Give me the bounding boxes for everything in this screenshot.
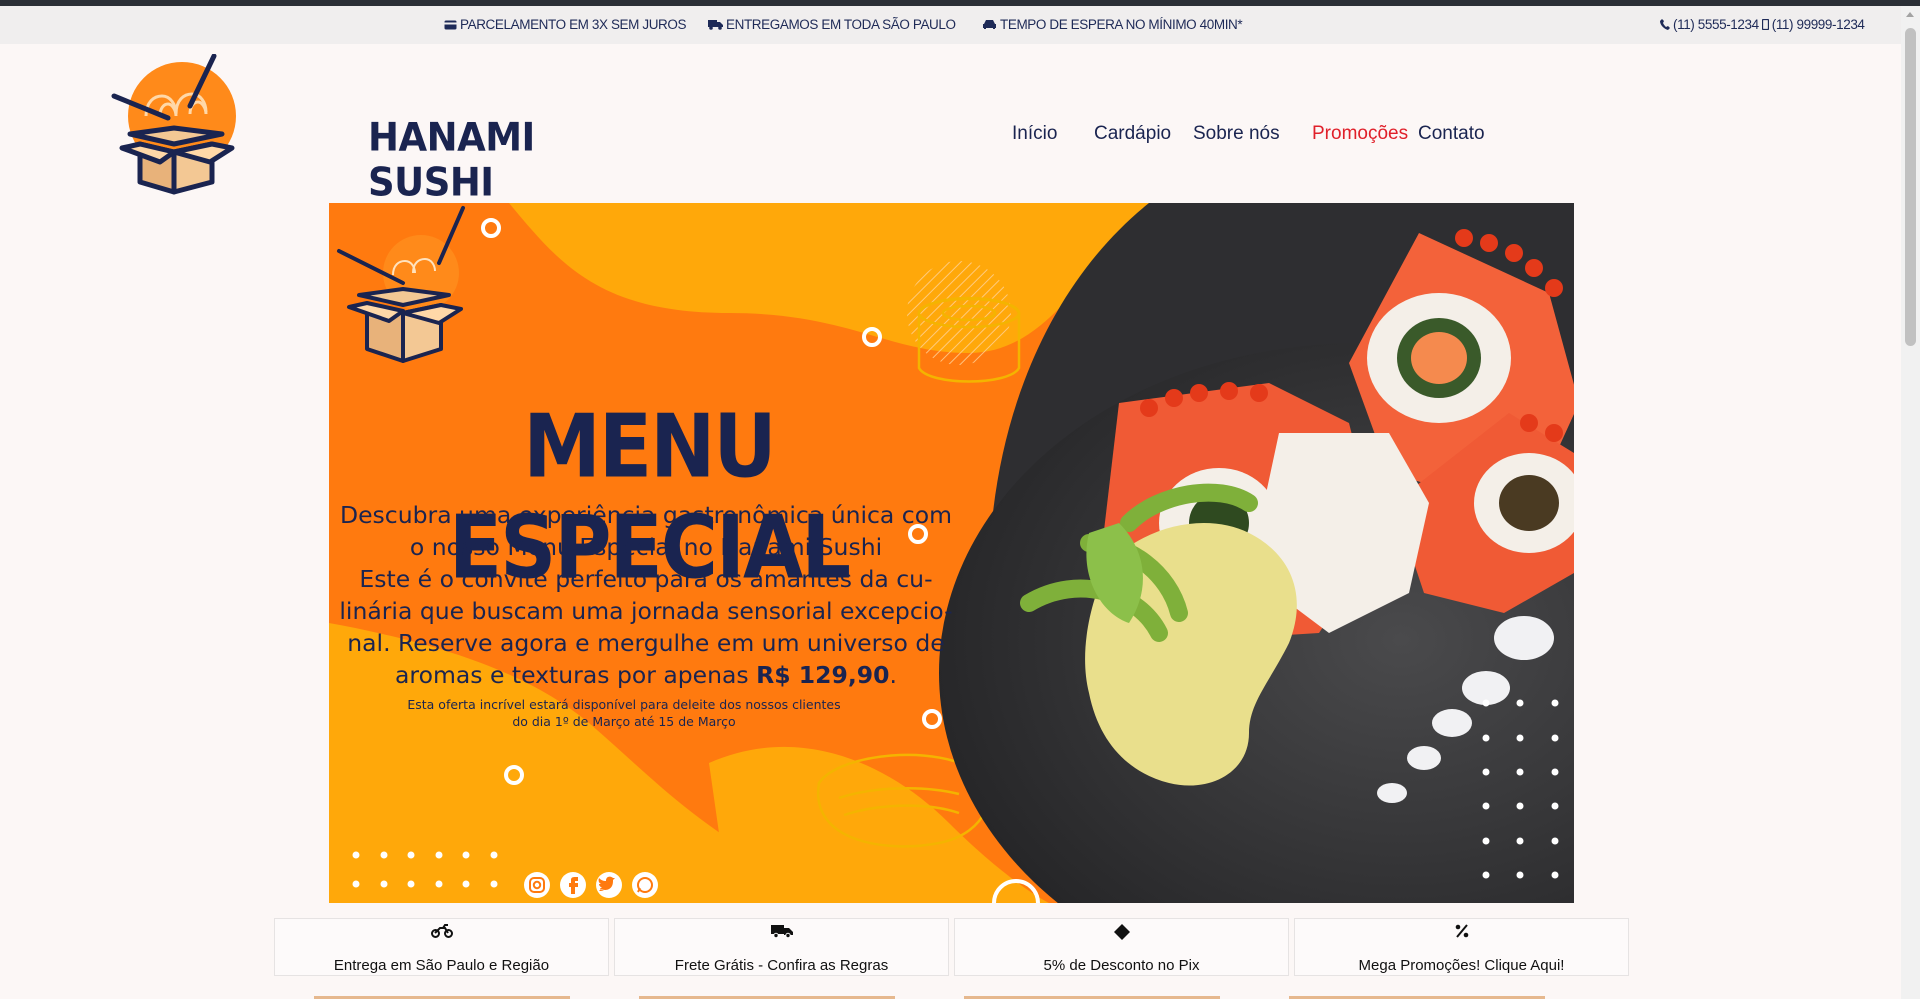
banner-description-line: Descubra uma experiência gastronômica ún… — [340, 501, 952, 529]
logo[interactable]: HANAMI SUSHI — [110, 54, 535, 205]
feature-label: Mega Promoções! Clique Aqui! — [1358, 957, 1565, 974]
feature-card-promotions[interactable]: Mega Promoções! Clique Aqui! — [1294, 918, 1629, 976]
delivery-text: ENTREGAMOS EM TODA SÃO PAULO — [726, 17, 956, 32]
nav-item-inicio[interactable]: Início — [1012, 123, 1057, 145]
banner-description-line: aromas e texturas por apenas R$ 129,90. — [395, 661, 897, 689]
promo-banner[interactable]: MENU ESPECIAL Descubra uma experiência g… — [329, 203, 1574, 903]
feature-label: 5% de Desconto no Pix — [1043, 957, 1200, 974]
facebook-icon[interactable] — [560, 872, 586, 898]
motorcycle-icon — [430, 924, 453, 942]
truck-icon — [770, 924, 793, 942]
banner-description-text: aromas e texturas por apenas — [395, 661, 749, 689]
feature-label: Entrega em São Paulo e Região — [333, 957, 550, 974]
scroll-up-arrow-icon[interactable] — [1906, 12, 1914, 17]
banner-description: Descubra uma experiência gastronômica ún… — [329, 499, 963, 691]
feature-card-free-shipping[interactable]: Frete Grátis - Confira as Regras — [614, 918, 949, 976]
mobile-icon — [1761, 19, 1769, 30]
phone-1[interactable]: (11) 5555-1234 — [1673, 17, 1759, 32]
banner-price: R$ 129,90 — [756, 661, 890, 689]
contact-phones: (11) 5555-1234 (11) 99999-1234 — [1660, 17, 1865, 32]
banner-description-line: Este é o convite perfeito para os amante… — [359, 565, 933, 593]
features-row: Entrega em São Paulo e Região Frete Grát… — [274, 918, 1630, 976]
pix-icon — [1111, 924, 1133, 942]
info-top-bar: PARCELAMENTO EM 3X SEM JUROS ENTREGAMOS … — [0, 6, 1901, 44]
twitter-icon[interactable] — [596, 872, 622, 898]
percent-icon — [1451, 924, 1473, 942]
banner-description-line: linária que buscam uma jornada sensorial… — [339, 597, 953, 625]
feature-card-delivery[interactable]: Entrega em São Paulo e Região — [274, 918, 609, 976]
sushi-box-logo-icon — [111, 54, 236, 195]
banner-fine-print-line: Esta oferta incrível estará disponível p… — [407, 697, 841, 712]
banner-fine-print: Esta oferta incrível estará disponível p… — [389, 696, 859, 730]
phone-2[interactable]: (11) 99999-1234 — [1772, 17, 1865, 32]
installments-text: PARCELAMENTO EM 3X SEM JUROS — [460, 17, 687, 32]
brand-name: HANAMI SUSHI — [368, 114, 535, 206]
delivery-info: ENTREGAMOS EM TODA SÃO PAULO — [708, 17, 956, 32]
instagram-icon[interactable] — [524, 872, 550, 898]
nav-item-sobre-nos[interactable]: Sobre nós — [1193, 123, 1280, 145]
banner-fine-print-line: do dia 1º de Março até 15 de Março — [512, 714, 736, 729]
feature-card-pix-discount[interactable]: 5% de Desconto no Pix — [954, 918, 1289, 976]
truck-icon — [708, 20, 723, 30]
wait-time-text: TEMPO DE ESPERA NO MÍNIMO 40MIN* — [1000, 17, 1243, 32]
wait-time-info: TEMPO DE ESPERA NO MÍNIMO 40MIN* — [982, 17, 1243, 32]
installments-info: PARCELAMENTO EM 3X SEM JUROS — [444, 17, 687, 32]
credit-card-icon — [444, 20, 457, 29]
page-scrollbar[interactable] — [1901, 6, 1920, 999]
car-icon — [983, 20, 996, 29]
scrollbar-thumb[interactable] — [1905, 28, 1916, 346]
phone-icon — [1660, 19, 1670, 30]
nav-item-cardapio[interactable]: Cardápio — [1094, 123, 1171, 145]
feature-label: Frete Grátis - Confira as Regras — [674, 957, 889, 974]
site-header: HANAMI SUSHI Início Cardápio Sobre nós P… — [0, 44, 1901, 205]
banner-description-line: nal. Reserve agora e mergulhe em um univ… — [347, 629, 945, 657]
whatsapp-icon[interactable] — [632, 872, 658, 898]
nav-item-promocoes[interactable]: Promoções — [1312, 123, 1408, 145]
nav-item-contato[interactable]: Contato — [1418, 123, 1485, 145]
banner-description-line: o nosso Menu Especial no Hanami Sushi — [409, 533, 883, 561]
